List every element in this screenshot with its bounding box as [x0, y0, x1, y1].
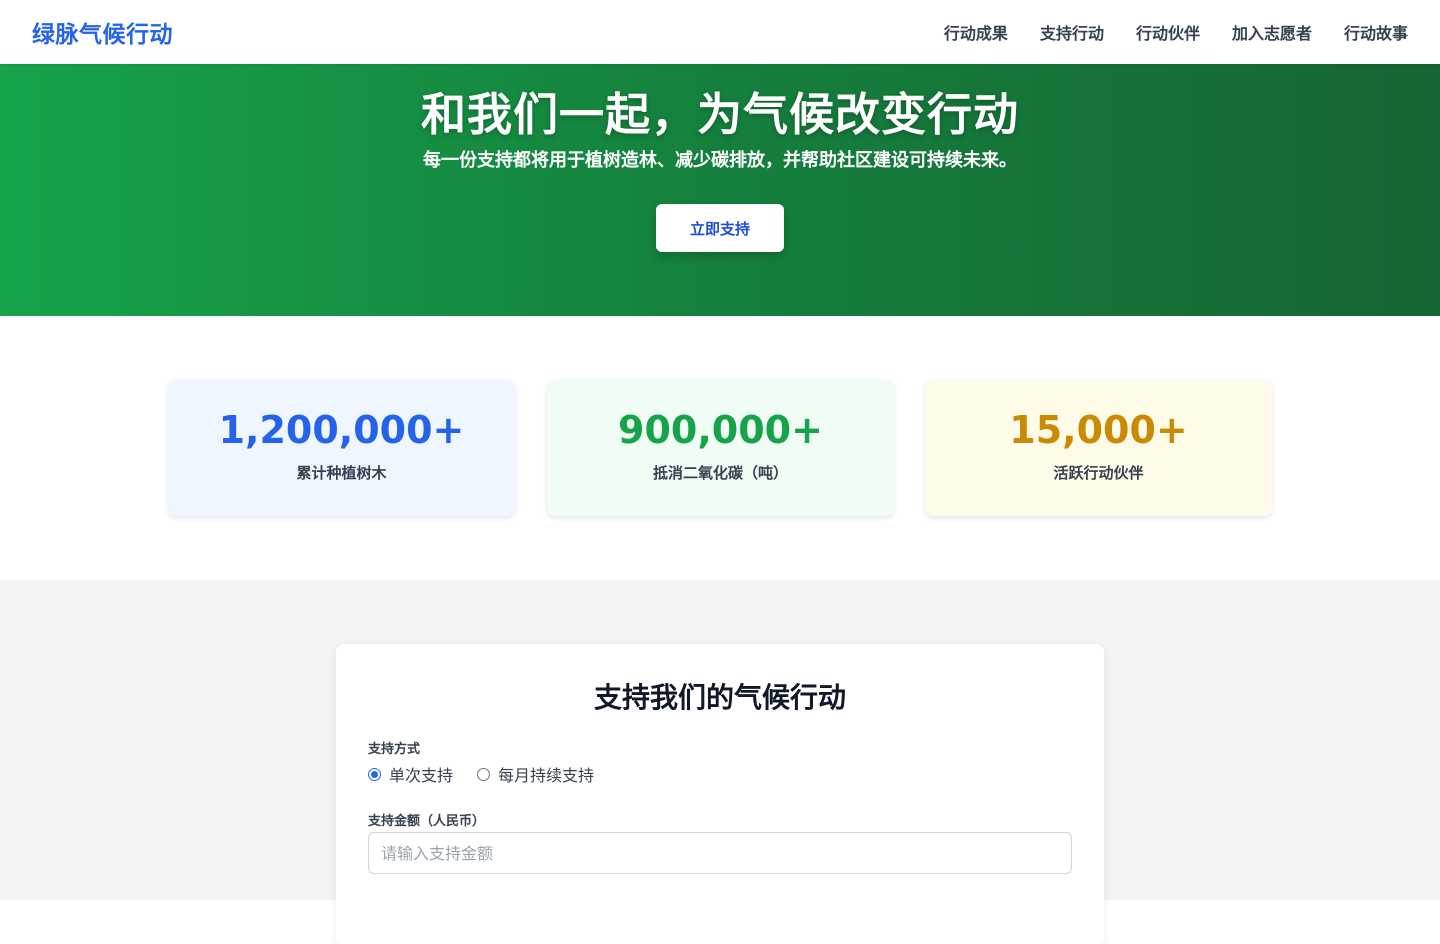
donate-title: 支持我们的气候行动 — [593, 681, 846, 714]
radio-monthly[interactable]: 每月持续支持 — [477, 762, 594, 786]
support-method-label: 支持方式 — [368, 742, 421, 757]
nav-link-partners[interactable]: 行动伙伴 — [1136, 20, 1200, 44]
navbar: 绿脉气候行动 行动成果 支持行动 行动伙伴 加入志愿者 行动故事 — [0, 0, 1440, 64]
hero-subtitle: 每一份支持都将用于植树造林、减少碳排放，并帮助社区建设可持续未来。 — [423, 150, 1017, 171]
stat-card-partners: 15,000+ 活跃行动伙伴 — [925, 380, 1272, 516]
support-now-button[interactable]: 立即支持 — [656, 204, 784, 252]
stat-value: 1,200,000+ — [218, 408, 465, 452]
stat-label: 累计种植树木 — [296, 464, 387, 482]
radio-one-time-control[interactable] — [368, 767, 381, 781]
amount-input[interactable] — [368, 832, 1072, 874]
amount-label: 支持金额（人民币） — [368, 814, 486, 829]
stat-value: 900,000+ — [618, 408, 823, 452]
nav-link-achievements[interactable]: 行动成果 — [944, 20, 1008, 44]
stat-card-co2: 900,000+ 抵消二氧化碳（吨） — [547, 380, 894, 516]
donate-form: 支持我们的气候行动 支持方式 单次支持 每月持续支持 支持金额（人民币） — [336, 644, 1104, 944]
stat-card-trees: 1,200,000+ 累计种植树木 — [168, 380, 515, 516]
stat-value: 15,000+ — [1009, 408, 1188, 452]
nav-link-volunteer[interactable]: 加入志愿者 — [1232, 20, 1312, 44]
radio-monthly-label: 每月持续支持 — [498, 766, 595, 785]
hero-title: 和我们一起，为气候改变行动 — [420, 88, 1019, 141]
stat-label: 活跃行动伙伴 — [1053, 464, 1144, 482]
radio-one-time-label: 单次支持 — [389, 766, 454, 785]
donate-section: 支持我们的气候行动 支持方式 单次支持 每月持续支持 支持金额（人民币） — [0, 580, 1440, 944]
site-logo[interactable]: 绿脉气候行动 — [32, 15, 173, 49]
radio-one-time[interactable]: 单次支持 — [368, 762, 453, 786]
nav-link-stories[interactable]: 行动故事 — [1344, 20, 1408, 44]
main-nav: 行动成果 支持行动 行动伙伴 加入志愿者 行动故事 — [944, 20, 1408, 44]
impact-stats: 1,200,000+ 累计种植树木 900,000+ 抵消二氧化碳（吨） 15,… — [0, 316, 1440, 580]
radio-monthly-control[interactable] — [477, 767, 491, 781]
hero-banner: 和我们一起，为气候改变行动 每一份支持都将用于植树造林、减少碳排放，并帮助社区建… — [0, 64, 1440, 316]
stat-label: 抵消二氧化碳（吨） — [652, 464, 788, 482]
nav-link-support[interactable]: 支持行动 — [1040, 20, 1104, 44]
support-method-group: 单次支持 每月持续支持 — [368, 762, 594, 786]
